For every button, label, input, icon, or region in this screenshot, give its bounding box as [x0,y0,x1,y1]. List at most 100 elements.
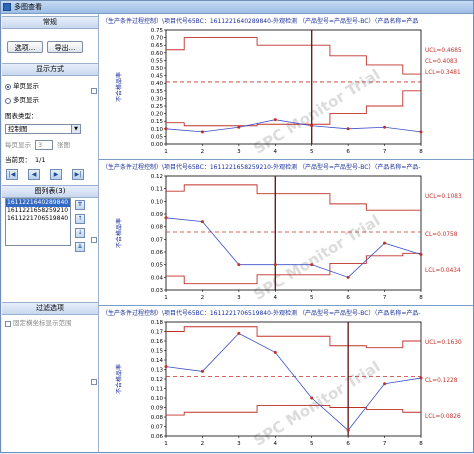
y-axis-label: 不合格品率 [115,72,123,102]
y-tick-label: 0.08 [151,415,164,421]
data-point [383,125,387,129]
double-down-icon: ⇊ [77,243,83,250]
chart-list[interactable]: 1611221640289840 1611221658259210 161122… [5,198,71,246]
y-tick-label: 0.12 [151,174,163,180]
export-button[interactable]: 导出... [47,41,83,53]
move-top-button[interactable]: ⇈ [75,200,85,210]
data-point [164,216,168,220]
multi-page-radio[interactable] [5,98,11,104]
y-tick-label: 0.45 [151,74,164,80]
control-chart-1[interactable]: （生产条件过程控制）\项目代号65BC：1611221640289840-外观检… [99,14,473,160]
control-chart-3[interactable]: （生产条件过程控制）\项目代号65BC：1611221706519840-外观检… [99,306,473,452]
chart-select-checkbox-3[interactable] [91,379,97,385]
list-item[interactable]: 1611221658259210 [6,207,70,215]
y-tick-label: 0.15 [151,349,164,355]
data-point [310,124,314,128]
chart-select-checkbox-2[interactable] [91,237,97,243]
fixed-range-label: 固定横坐标显示范围 [13,319,72,327]
y-tick-label: 0.05 [151,263,164,269]
single-page-radio[interactable] [5,84,11,90]
chart-panel-1: （生产条件过程控制）\项目代号65BC：1611221640289840-外观检… [99,14,473,160]
first-page-icon: |◀ [8,171,16,178]
chart-type-label: 图表类型： [5,112,38,120]
y-tick-label: 0.75 [151,28,164,34]
list-item[interactable]: 1611221640289840 [6,199,70,207]
data-point [200,130,204,134]
per-page-select[interactable]: 3 [35,140,53,150]
chart-title: （生产条件过程控制）\项目代号65BC：1611221658259210-外观检… [102,163,421,171]
data-point [237,263,241,267]
y-tick-label: 0.17 [151,330,164,336]
x-tick-label: 8 [419,149,423,155]
chart-type-select[interactable]: 控制图 ▼ [5,124,81,134]
x-tick-label: 5 [310,441,314,447]
x-tick-label: 4 [274,149,278,155]
common-section-header: 常规 [2,16,98,29]
control-sidebar: 常规 选项... 导出... 显示方式 单页显示 多页显示 图表类型： 控制图 … [2,14,99,452]
last-page-icon: ▶| [74,171,82,178]
x-tick-label: 2 [201,149,205,155]
options-button[interactable]: 选项... [7,41,43,53]
prev-page-icon: ◀ [31,171,37,178]
data-point [237,125,241,129]
ucl-label: UCL=0.1630 [425,340,462,346]
x-tick-label: 6 [346,149,350,155]
move-up-button[interactable]: ↑ [75,214,85,224]
data-point [346,127,350,131]
move-bottom-button[interactable]: ⇊ [75,242,85,252]
x-tick-label: 1 [164,295,168,301]
data-point [273,118,277,122]
y-tick-label: 0.11 [151,387,163,393]
x-tick-label: 4 [274,441,278,447]
x-tick-label: 1 [164,441,168,447]
prev-page-button[interactable]: ◀ [28,169,40,180]
x-tick-label: 7 [383,149,387,155]
lcl-label: LCL=0.0826 [425,414,461,420]
data-point [346,275,350,279]
data-point [273,350,277,354]
y-tick-label: 0.09 [151,212,164,218]
chart-select-checkbox-1[interactable] [91,88,97,94]
y-tick-label: 0.50 [151,66,164,72]
y-tick-label: 0.18 [151,320,164,326]
lcl-label: LCL=0.3481 [425,70,461,76]
chart-panel-3: （生产条件过程控制）\项目代号65BC：1611221706519840-外观检… [99,306,473,452]
x-tick-label: 5 [310,295,314,301]
y-tick-label: 0.55 [151,58,164,64]
chart-title: （生产条件过程控制）\项目代号65BC：1611221706519840-外观检… [102,309,421,317]
y-tick-label: 0.20 [151,112,164,118]
next-page-icon: ▶ [53,171,59,178]
fixed-range-checkbox[interactable] [5,321,11,327]
data-point [200,220,204,224]
data-point [419,253,423,257]
ucl-label: UCL=0.4685 [425,48,462,54]
data-point [310,263,314,267]
y-tick-label: 0.16 [151,339,164,345]
data-point [200,369,204,373]
ucl-line [166,326,421,349]
single-page-label: 单页显示 [13,82,39,90]
y-tick-label: 0.06 [151,250,164,256]
data-point [346,428,350,432]
list-item[interactable]: 1611221706519840 [6,215,70,223]
y-tick-label: 0.06 [151,434,164,440]
y-tick-label: 0.14 [151,358,164,364]
chart-title: （生产条件过程控制）\项目代号65BC：1611221640289840-外观检… [102,17,418,25]
last-page-button[interactable]: ▶| [72,169,84,180]
app-icon [3,3,11,11]
y-axis-label: 不合格品率 [115,364,123,394]
per-page-unit: 张图 [57,141,70,149]
chart-panel-2: （生产条件过程控制）\项目代号65BC：1611221658259210-外观检… [99,160,473,306]
ucl-label: UCL=0.1083 [425,194,462,200]
next-page-button[interactable]: ▶ [50,169,62,180]
per-page-value: 3 [38,141,43,149]
x-tick-label: 3 [237,441,241,447]
control-chart-2[interactable]: （生产条件过程控制）\项目代号65BC：1611221658259210-外观检… [99,160,473,306]
y-axis-label: 不合格品率 [115,218,123,248]
x-tick-label: 8 [419,441,423,447]
first-page-button[interactable]: |◀ [6,169,18,180]
y-tick-label: 0.00 [151,142,164,148]
move-down-button[interactable]: ↓ [75,228,85,238]
x-tick-label: 3 [237,149,241,155]
y-tick-label: 0.65 [151,43,164,49]
